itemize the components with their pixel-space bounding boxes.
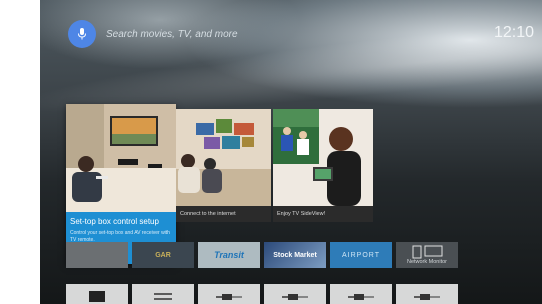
search-bar[interactable]: Search movies, TV, and more — [68, 20, 238, 48]
tv-sideview-photo — [273, 109, 373, 206]
search-placeholder[interactable]: Search movies, TV, and more — [106, 29, 238, 40]
app-tile-2[interactable]: GAR — [132, 242, 194, 268]
featured-card-tv-sideview[interactable]: Enjoy TV SideView! — [273, 109, 373, 222]
hdmi-icon — [348, 294, 374, 300]
input-tile-hdmi-4[interactable] — [396, 284, 458, 304]
input-tile-hdmi-3[interactable] — [330, 284, 392, 304]
app-tile-transit[interactable]: Transit — [198, 242, 260, 268]
hdmi-icon — [216, 294, 242, 300]
input-tile-settings[interactable] — [132, 284, 194, 304]
featured-card-caption: Enjoy TV SideView! — [273, 206, 373, 222]
hdmi-icon — [282, 294, 308, 300]
input-tile-tv[interactable] — [66, 284, 128, 304]
tv-home-screen: Search movies, TV, and more 12:10 Set-to… — [40, 0, 542, 304]
monitor-icon — [412, 245, 443, 259]
input-tile-hdmi-2[interactable] — [264, 284, 326, 304]
featured-card-caption: Connect to the internet — [176, 206, 271, 222]
app-tile-network-monitor[interactable]: Network Monitor — [396, 242, 458, 268]
app-tile-airport[interactable]: AIRPORT — [330, 242, 392, 268]
clock: 12:10 — [493, 24, 534, 41]
living-room-photo — [66, 104, 176, 212]
settings-sliders-icon — [154, 293, 172, 300]
app-tile-stock-market[interactable]: Stock Market — [264, 242, 326, 268]
featured-card-title: Set-top box control setup — [70, 217, 159, 226]
input-tile-hdmi-1[interactable] — [198, 284, 260, 304]
hdmi-icon — [414, 294, 440, 300]
inputs-row — [66, 284, 458, 304]
app-tile-1[interactable] — [66, 242, 128, 268]
tv-icon — [89, 291, 105, 302]
internet-photo — [176, 109, 271, 206]
featured-card-set-top-box[interactable]: Set-top box control setup Control your s… — [66, 104, 176, 264]
apps-row: GAR Transit Stock Market AIRPORT Network… — [66, 242, 458, 268]
microphone-icon[interactable] — [68, 20, 96, 48]
featured-card-internet[interactable]: Connect to the internet — [176, 109, 271, 222]
